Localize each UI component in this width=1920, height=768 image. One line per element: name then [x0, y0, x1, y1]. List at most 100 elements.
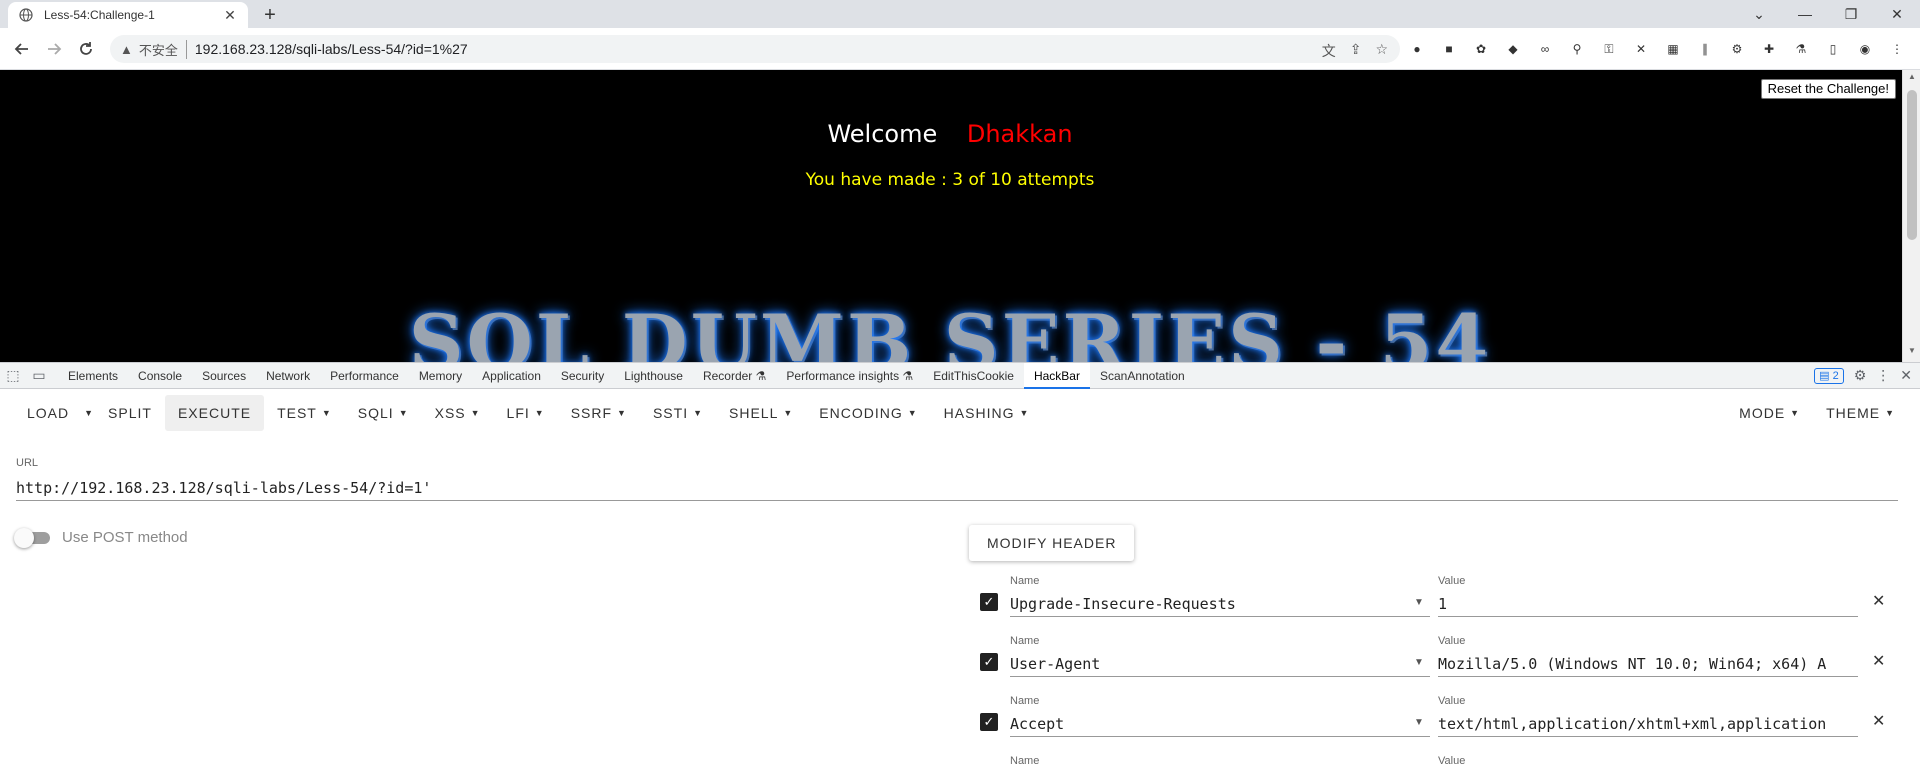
translate-icon[interactable]: 文 — [1322, 41, 1336, 61]
devtools-tab-scanannotation[interactable]: ScanAnnotation — [1090, 363, 1195, 389]
lfi-menu[interactable]: LFI ▼ — [494, 395, 558, 431]
devtools-tab-recorder[interactable]: Recorder ⚗ — [693, 363, 776, 389]
restore-button[interactable]: ❐ — [1828, 0, 1874, 28]
devtools-tab-application[interactable]: Application — [472, 363, 551, 389]
devtools-tab-sources[interactable]: Sources — [192, 363, 256, 389]
hashing-menu[interactable]: HASHING ▼ — [931, 395, 1043, 431]
header-enabled-checkbox[interactable]: ✓ — [980, 593, 998, 611]
header-value-field[interactable]: Mozilla/5.0 (Windows NT 10.0; Win64; x64… — [1438, 651, 1858, 677]
scroll-down-arrow-icon[interactable]: ▼ — [1903, 346, 1920, 360]
header-name-field[interactable]: Upgrade-Insecure-Requests — [1010, 591, 1430, 617]
devtools-tab-lighthouse[interactable]: Lighthouse — [614, 363, 693, 389]
extension-x-icon[interactable]: ✕ — [1632, 40, 1650, 58]
test-menu-label: TEST — [277, 405, 317, 421]
new-tab-button[interactable]: + — [258, 4, 282, 28]
devtools-tab-editthiscookie[interactable]: EditThisCookie — [923, 363, 1024, 389]
header-row: ✓ Name Accept ▼ Value text/html,applicat… — [980, 695, 1900, 743]
load-dropdown-icon[interactable]: ▼ — [82, 408, 95, 418]
forward-button[interactable] — [42, 37, 66, 61]
execute-button[interactable]: EXECUTE — [164, 395, 265, 431]
issues-badge[interactable]: ▤ 2 — [1814, 367, 1844, 384]
header-enabled-checkbox[interactable]: ✓ — [980, 653, 998, 671]
extension-gear-icon[interactable]: ⚙ — [1728, 40, 1746, 58]
page-scrollbar[interactable]: ▲ ▼ — [1902, 70, 1920, 362]
encoding-menu[interactable]: ENCODING ▼ — [806, 395, 930, 431]
dropdown-caret-icon: ▼ — [470, 408, 481, 418]
devtools-tab-console[interactable]: Console — [128, 363, 192, 389]
recorder-label: Recorder — [702, 368, 753, 383]
remove-header-icon[interactable]: ✕ — [1872, 711, 1885, 731]
split-button[interactable]: SPLIT — [95, 395, 165, 431]
header-name-dropdown-icon[interactable]: ▼ — [1414, 657, 1424, 668]
browser-tab[interactable]: Less-54:Challenge-1 ✕ — [8, 2, 248, 28]
modify-header-button[interactable]: MODIFY HEADER — [969, 525, 1135, 561]
extension-cookie-icon[interactable]: ✿ — [1472, 40, 1490, 58]
extension-grid-icon[interactable]: ▦ — [1664, 40, 1682, 58]
header-value-field[interactable]: 1 — [1438, 591, 1858, 617]
devtools-menu-icon[interactable]: ⋮ — [1876, 367, 1890, 384]
header-name-label: Name — [1010, 635, 1040, 647]
xss-menu[interactable]: XSS ▼ — [422, 395, 494, 431]
inspect-element-icon[interactable]: ⬚ — [0, 363, 26, 389]
scroll-up-arrow-icon[interactable]: ▲ — [1903, 72, 1920, 86]
header-name-field[interactable]: User-Agent — [1010, 651, 1430, 677]
url-input[interactable] — [16, 475, 1898, 501]
shell-menu[interactable]: SHELL ▼ — [716, 395, 806, 431]
extension-pin-icon[interactable]: ⚲ — [1568, 40, 1586, 58]
close-window-button[interactable]: ✕ — [1874, 0, 1920, 28]
address-bar[interactable]: ▲ 不安全 192.168.23.128/sqli-labs/Less-54/?… — [110, 35, 1400, 63]
header-enabled-checkbox[interactable]: ✓ — [980, 713, 998, 731]
reload-button[interactable] — [74, 37, 98, 61]
profile-avatar[interactable]: ◉ — [1856, 40, 1874, 58]
labs-flask-icon[interactable]: ⚗ — [1792, 40, 1810, 58]
mode-menu[interactable]: MODE ▼ — [1726, 395, 1813, 431]
theme-menu[interactable]: THEME ▼ — [1813, 395, 1908, 431]
scrollbar-thumb[interactable] — [1907, 90, 1917, 240]
share-icon[interactable]: ⇪ — [1350, 41, 1362, 61]
back-button[interactable] — [10, 37, 34, 61]
minimize-button[interactable]: — — [1782, 0, 1828, 28]
devtools-tab-performance-insights[interactable]: Performance insights ⚗ — [776, 363, 923, 389]
header-name-dropdown-icon[interactable]: ▼ — [1414, 717, 1424, 728]
tab-search-icon[interactable]: ⌄ — [1736, 0, 1782, 28]
globe-icon — [18, 7, 34, 23]
side-panel-icon[interactable]: ▯ — [1824, 40, 1842, 58]
ssrf-menu[interactable]: SSRF ▼ — [558, 395, 640, 431]
devtools-tab-performance[interactable]: Performance — [320, 363, 409, 389]
extension-link-icon[interactable]: ∞ — [1536, 40, 1554, 58]
load-button[interactable]: LOAD — [14, 395, 82, 431]
device-toolbar-icon[interactable]: ▭ — [26, 363, 52, 389]
extension-circle-icon[interactable]: ● — [1408, 40, 1426, 58]
header-name-dropdown-icon[interactable]: ▼ — [1414, 597, 1424, 608]
menu-kebab-icon[interactable]: ⋮ — [1888, 40, 1906, 58]
devtools-close-icon[interactable]: ✕ — [1900, 367, 1912, 384]
header-row: Name Value — [980, 755, 1900, 768]
header-name-field[interactable]: Accept — [1010, 711, 1430, 737]
devtools-tab-security[interactable]: Security — [551, 363, 614, 389]
devtools-tab-memory[interactable]: Memory — [409, 363, 472, 389]
extension-box-icon[interactable]: ■ — [1440, 40, 1458, 58]
dropdown-caret-icon: ▼ — [617, 408, 627, 418]
sqli-menu[interactable]: SQLI ▼ — [345, 395, 422, 431]
lfi-menu-label: LFI — [506, 405, 530, 421]
reset-challenge-button[interactable]: Reset the Challenge! — [1760, 79, 1896, 99]
post-method-toggle[interactable] — [14, 528, 52, 548]
remove-header-icon[interactable]: ✕ — [1872, 591, 1885, 611]
devtools-tab-hackbar[interactable]: HackBar — [1023, 362, 1090, 389]
extensions-puzzle-icon[interactable]: ✚ — [1760, 40, 1778, 58]
test-menu[interactable]: TEST ▼ — [264, 395, 345, 431]
extension-hackbar-icon[interactable]: ∥ — [1696, 40, 1714, 58]
url-label: URL — [16, 457, 39, 469]
header-value-field[interactable]: text/html,application/xhtml+xml,applicat… — [1438, 711, 1858, 737]
remove-header-icon[interactable]: ✕ — [1872, 651, 1885, 671]
tab-close-icon[interactable]: ✕ — [222, 7, 238, 24]
extension-puzzle-icon[interactable]: ◆ — [1504, 40, 1522, 58]
ssti-menu[interactable]: SSTI ▼ — [640, 395, 716, 431]
devtools-tab-elements[interactable]: Elements — [58, 363, 128, 389]
bookmark-star-icon[interactable]: ☆ — [1375, 41, 1388, 61]
ssti-menu-label: SSTI — [652, 405, 689, 421]
devtools-tab-network[interactable]: Network — [256, 363, 320, 389]
settings-gear-icon[interactable]: ⚙ — [1854, 367, 1867, 384]
extension-key-icon[interactable]: ⚿ — [1600, 40, 1618, 58]
header-name-label: Name — [1010, 575, 1040, 587]
